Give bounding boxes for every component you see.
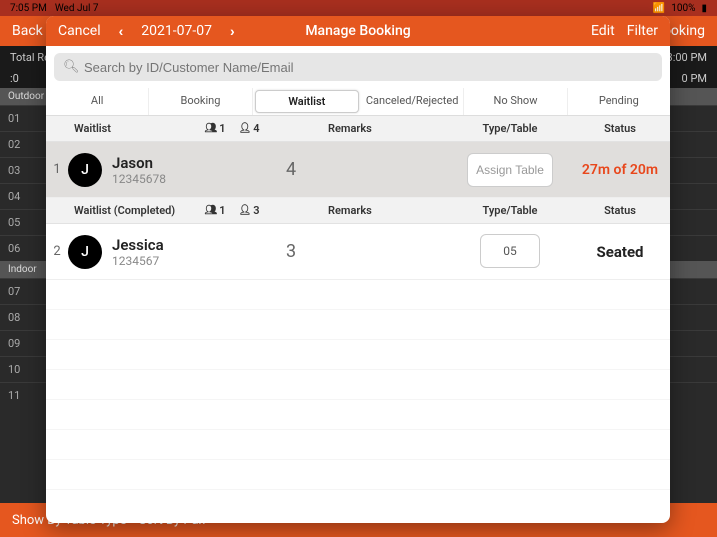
empty-row: [46, 280, 670, 310]
type-label: Type/Table: [450, 122, 570, 135]
section-header-waitlist: Waitlist 👥︎1 👤︎4 Remarks Type/Table Stat…: [46, 116, 670, 142]
search-input[interactable]: [54, 53, 662, 81]
seated-status: Seated: [570, 243, 670, 261]
empty-row: [46, 430, 670, 460]
groups-count: 1: [219, 204, 225, 217]
empty-row: [46, 400, 670, 430]
next-date-button[interactable]: ›: [230, 23, 235, 39]
section-title: Waitlist (Completed): [68, 204, 198, 217]
battery-icon: ▮: [701, 3, 707, 14]
person-icon: 👤︎: [239, 123, 252, 134]
wait-time-status: 27m of 20m: [570, 162, 670, 178]
assigned-table[interactable]: 05: [480, 234, 540, 268]
avatar: J: [68, 153, 102, 187]
waitlist-row[interactable]: 1 J Jason 12345678 4 Assign Table 27m of…: [46, 142, 670, 198]
empty-row: [46, 370, 670, 400]
status-label: Status: [570, 122, 670, 135]
tab-booking[interactable]: Booking: [149, 88, 252, 115]
battery-pct: 100%: [671, 3, 695, 14]
empty-row: [46, 310, 670, 340]
avatar: J: [68, 235, 102, 269]
row-index: 1: [46, 162, 68, 177]
bg-t0: :0: [10, 72, 19, 85]
people-count: 3: [253, 204, 259, 217]
tab-noshow[interactable]: No Show: [464, 88, 567, 115]
bg-t1: 0 PM: [682, 72, 707, 85]
search-icon: 🔍︎: [63, 60, 80, 75]
customer-id: 12345678: [112, 172, 166, 186]
modal-navbar: Cancel ‹ 2021-07-07 › Manage Booking Edi…: [46, 16, 670, 46]
groups-icon: 👥︎: [205, 205, 218, 216]
back-button[interactable]: Back: [12, 23, 43, 39]
tabs: All Booking Waitlist Canceled/Rejected N…: [46, 88, 670, 116]
date-label[interactable]: 2021-07-07: [141, 23, 212, 39]
type-label: Type/Table: [450, 204, 570, 217]
wifi-icon: 📶: [653, 3, 665, 14]
bg-total: Total Re: [10, 51, 50, 64]
status-label: Status: [570, 204, 670, 217]
empty-row: [46, 460, 670, 490]
assign-table-button[interactable]: Assign Table: [467, 153, 553, 187]
empty-row: [46, 340, 670, 370]
section-header-completed: Waitlist (Completed) 👥︎1 👤︎3 Remarks Typ…: [46, 198, 670, 224]
remarks-label: Remarks: [316, 122, 450, 135]
tab-all[interactable]: All: [46, 88, 149, 115]
status-date: Wed Jul 7: [55, 3, 99, 14]
edit-button[interactable]: Edit: [591, 23, 615, 39]
pax-count: 4: [266, 159, 316, 180]
prev-date-button[interactable]: ‹: [119, 23, 124, 39]
groups-icon: 👥︎: [205, 123, 218, 134]
manage-booking-modal: Cancel ‹ 2021-07-07 › Manage Booking Edi…: [46, 16, 670, 523]
tab-cancelled[interactable]: Canceled/Rejected: [361, 88, 464, 115]
customer-name: Jessica: [112, 236, 164, 254]
tab-waitlist[interactable]: Waitlist: [255, 90, 359, 113]
people-count: 4: [253, 122, 259, 135]
pax-count: 3: [266, 241, 316, 262]
groups-count: 1: [219, 122, 225, 135]
bg-time-right: 3:00 PM: [667, 51, 707, 64]
waitlist-row[interactable]: 2 J Jessica 1234567 3 05 Seated: [46, 224, 670, 280]
row-index: 2: [46, 244, 68, 259]
status-time: 7:05 PM: [10, 3, 47, 14]
cancel-button[interactable]: Cancel: [58, 23, 101, 39]
person-icon: 👤︎: [239, 205, 252, 216]
filter-button[interactable]: Filter: [627, 23, 658, 39]
customer-name: Jason: [112, 154, 166, 172]
status-bar: 7:05 PM Wed Jul 7 📶 100% ▮: [0, 0, 717, 16]
customer-id: 1234567: [112, 254, 164, 268]
tab-pending[interactable]: Pending: [568, 88, 670, 115]
section-title: Waitlist: [68, 122, 198, 135]
remarks-label: Remarks: [316, 204, 450, 217]
